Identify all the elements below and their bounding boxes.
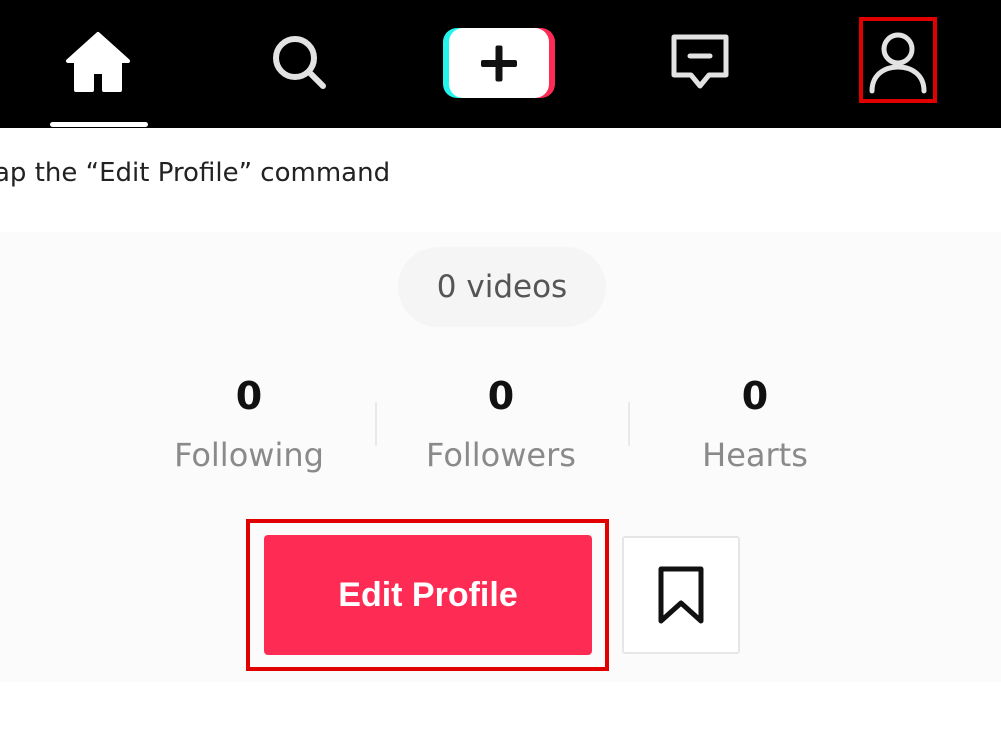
favorites-button[interactable]	[622, 536, 740, 654]
hearts-count: 0	[741, 374, 769, 418]
stat-following[interactable]: 0 Following	[139, 370, 359, 480]
message-icon	[671, 34, 729, 89]
stat-divider	[628, 402, 630, 446]
bookmark-icon	[658, 566, 704, 624]
videos-count-pill[interactable]: 0 videos	[398, 247, 606, 327]
stat-followers[interactable]: 0 Followers	[391, 370, 611, 480]
following-label: Following	[174, 436, 324, 474]
nav-inbox-button[interactable]	[650, 20, 750, 104]
nav-home-button[interactable]	[48, 20, 148, 104]
nav-create-button[interactable]	[440, 20, 558, 104]
hearts-label: Hearts	[702, 436, 808, 474]
home-icon	[66, 32, 130, 92]
instruction-text: ap the “Edit Profile” command	[0, 158, 391, 188]
plus-icon	[443, 28, 555, 98]
profile-highlight-box	[859, 17, 937, 103]
nav-discover-button[interactable]	[249, 20, 349, 104]
active-tab-indicator	[50, 122, 148, 127]
followers-label: Followers	[426, 436, 576, 474]
stat-hearts[interactable]: 0 Hearts	[645, 370, 865, 480]
stat-divider	[375, 402, 377, 446]
bottom-nav-bar	[0, 0, 1001, 128]
edit-profile-button[interactable]: Edit Profile	[264, 535, 592, 655]
followers-count: 0	[487, 374, 515, 418]
search-icon	[273, 36, 326, 89]
following-count: 0	[235, 374, 263, 418]
videos-count-label: 0 videos	[436, 269, 568, 305]
